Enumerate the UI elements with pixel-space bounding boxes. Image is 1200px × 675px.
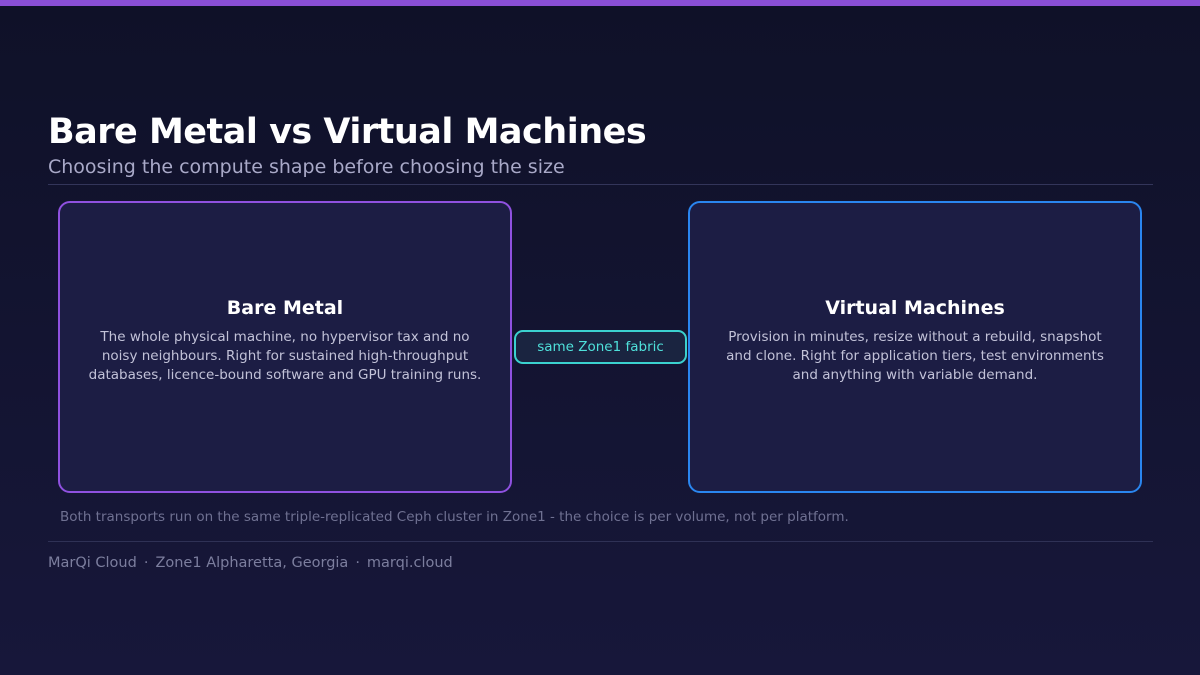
slide-subtitle: Choosing the compute shape before choosi… [48, 156, 565, 178]
virtual-machines-card-text: Provision in minutes, resize without a r… [726, 329, 1104, 383]
bare-metal-card: Bare Metal The whole physical machine, n… [58, 201, 512, 493]
bare-metal-card-title: Bare Metal [226, 297, 344, 319]
bare-metal-card-text: The whole physical machine, no hyperviso… [88, 329, 482, 383]
footer-separator: · [143, 555, 149, 571]
footer: MarQi Cloud · Zone1 Alpharetta, Georgia · ma… [48, 555, 453, 571]
footer-separator: · [355, 555, 360, 571]
footer-brand: MarQi Cloud [48, 555, 137, 571]
shared-fabric-connector: same Zone1 fabric [514, 330, 687, 364]
footnote: Both transports run on the same triple-r… [60, 509, 849, 525]
footer-divider [48, 541, 1153, 542]
virtual-machines-card: Virtual Machines Provision in minutes, r… [688, 201, 1142, 493]
header-divider [48, 184, 1153, 185]
top-accent-bar [0, 0, 1200, 6]
slide-title: Bare Metal vs Virtual Machines [48, 112, 647, 152]
footer-url: marqi.cloud [366, 555, 453, 571]
footer-location: Zone1 Alpharetta, Georgia [155, 555, 349, 571]
virtual-machines-card-title: Virtual Machines [825, 297, 1005, 319]
